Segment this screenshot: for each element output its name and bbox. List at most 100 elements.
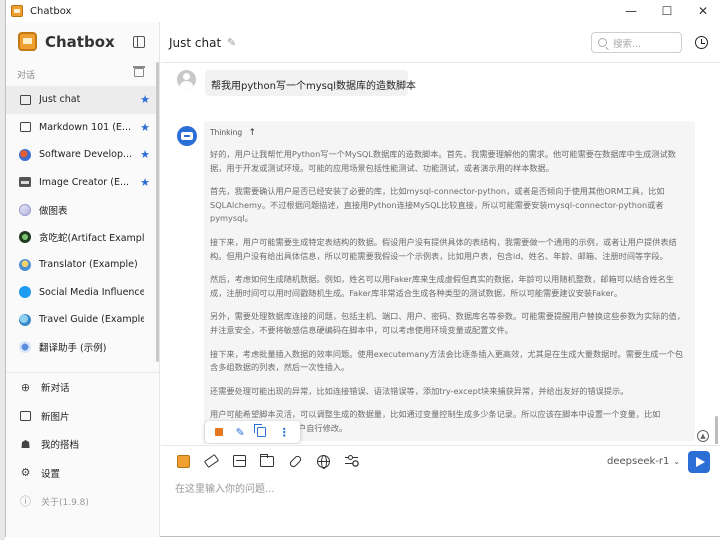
image-icon: [19, 176, 31, 188]
message-action-toolbar: ✎ ⋮: [205, 421, 300, 443]
globe-icon[interactable]: [315, 453, 331, 469]
conversation-item[interactable]: 贪吃蛇(Artifact Example): [6, 224, 156, 252]
star-icon[interactable]: ★: [140, 176, 150, 189]
copy-icon[interactable]: [254, 424, 267, 437]
maximize-button[interactable]: ☐: [649, 0, 685, 22]
conversation-item[interactable]: Software Develop... ★: [6, 141, 156, 169]
twitter-avatar-icon: [19, 286, 31, 299]
chatbox-window: Chatbox — ☐ ✕ Chatbox 对话 Just chat ★ Mar…: [5, 0, 720, 537]
model-name: deepseek-r1: [607, 456, 670, 467]
brand: Chatbox: [18, 32, 115, 51]
send-button[interactable]: [688, 451, 710, 473]
sidebar-actions: ⊕ 新对话 新图片 ☗ 我的搭档 ⚙ 设置 ⓘ 关于(1.9.8): [6, 372, 160, 516]
new-image-label: 新图片: [41, 411, 70, 423]
gear-icon: ⚙: [20, 466, 31, 480]
plus-circle-icon: ⊕: [20, 380, 31, 394]
message-list: 帮我用python写一个mysql数据库的造数脚本 Thinking ↑ 好的，…: [161, 64, 720, 444]
chevron-down-icon: ⌄: [673, 457, 681, 466]
window-title: Chatbox: [30, 5, 72, 17]
conversation-label: 做图表: [39, 205, 68, 217]
folder-icon[interactable]: [259, 453, 275, 469]
conversation-label: Image Creator (E...: [39, 176, 129, 188]
conversation-label: 翻译助手 (示例): [39, 343, 107, 355]
title-bar: Chatbox — ☐ ✕: [6, 0, 720, 22]
conversation-list: Just chat ★ Markdown 101 (E... ★ Softwar…: [6, 86, 156, 361]
section-label: 对话: [17, 71, 36, 81]
chat-bubble-icon: [19, 121, 31, 133]
settings-sliders-icon[interactable]: [343, 453, 359, 469]
user-message-text: 帮我用python写一个mysql数据库的造数脚本: [205, 70, 416, 96]
about-button[interactable]: ⓘ 关于(1.9.8): [6, 487, 160, 516]
conversation-label: Software Develop...: [39, 149, 133, 161]
conversation-item[interactable]: Translator (Example): [6, 251, 156, 279]
eraser-icon[interactable]: [203, 453, 219, 469]
assistant-message: Thinking ↑ 好的，用户让我帮忙用Python写一个MySQL数据库的造…: [204, 121, 695, 441]
chatbox-logo-icon: [18, 32, 37, 51]
history-icon[interactable]: [695, 36, 708, 49]
app-icon: [11, 5, 23, 17]
star-icon[interactable]: ★: [140, 93, 150, 106]
my-partners-label: 我的搭档: [41, 440, 80, 452]
translate-avatar-icon: [19, 341, 31, 354]
translator-avatar-icon: [19, 258, 31, 271]
thinking-paragraph: 还需要处理可能出现的异常，比如连接错误、语法错误等，添加try-except块来…: [210, 385, 629, 396]
message-scrollbar[interactable]: [715, 416, 718, 444]
thinking-paragraph: 接下来，用户可能需要生成特定表结构的数据。假设用户没有提供具体的表结构，我需要做…: [210, 236, 677, 261]
window-controls: — ☐ ✕: [613, 0, 720, 22]
settings-label: 设置: [41, 468, 61, 480]
thinking-label: Thinking: [210, 128, 243, 137]
my-partners-button[interactable]: ☗ 我的搭档: [6, 430, 160, 459]
settings-button[interactable]: ⚙ 设置: [6, 459, 160, 488]
sidebar: Chatbox 对话 Just chat ★ Markdown 101 (E..…: [6, 22, 160, 537]
conversation-item[interactable]: 翻译助手 (示例): [6, 334, 156, 362]
conversation-label: Markdown 101 (E...: [39, 121, 131, 133]
user-avatar: [177, 70, 196, 89]
conversation-label: Social Media Influence...: [39, 286, 144, 298]
travel-avatar-icon: [19, 313, 31, 326]
chat-header: Just chat ✎ 搜索...: [161, 22, 720, 63]
search-icon: [598, 38, 607, 47]
stop-icon[interactable]: [215, 428, 224, 436]
collapse-sidebar-icon[interactable]: [133, 36, 145, 48]
main-panel: Just chat ✎ 搜索... 帮我用python写一个mysql数据库的造…: [161, 22, 720, 537]
image-upload-icon[interactable]: [231, 453, 247, 469]
snake-avatar-icon: [19, 231, 31, 244]
chat-bubble-icon: [19, 94, 31, 106]
arrow-up-icon: ↑: [248, 128, 257, 138]
new-chat-button[interactable]: ⊕ 新对话: [6, 373, 160, 402]
conversation-label: Travel Guide (Example): [39, 314, 144, 326]
message-input[interactable]: 在这里输入你的问题...: [175, 480, 675, 495]
new-image-button[interactable]: 新图片: [6, 402, 160, 431]
sidebar-scrollbar[interactable]: [156, 62, 159, 362]
search-input[interactable]: 搜索...: [591, 32, 682, 53]
star-icon[interactable]: ★: [140, 121, 150, 134]
link-icon[interactable]: [287, 453, 303, 469]
partner-icon[interactable]: [175, 453, 191, 469]
assistant-avatar-icon: [177, 126, 197, 146]
edit-icon[interactable]: ✎: [236, 426, 245, 439]
thinking-paragraph: 然后，考虑如何生成随机数据。例如，姓名可以用Faker库来生成虚假但真实的数据，…: [210, 274, 674, 298]
about-label: 关于(1.9.8): [41, 497, 89, 508]
composer-toolbar: [175, 453, 371, 469]
star-icon[interactable]: ★: [140, 148, 150, 161]
conversation-item[interactable]: 做图表: [6, 196, 156, 224]
close-button[interactable]: ✕: [685, 0, 720, 22]
edit-title-icon[interactable]: ✎: [227, 36, 236, 49]
chart-avatar-icon: [19, 203, 31, 216]
thinking-toggle[interactable]: Thinking ↑: [210, 128, 689, 138]
conversation-item[interactable]: Social Media Influence...: [6, 279, 156, 307]
conversation-item[interactable]: Just chat ★: [6, 86, 156, 114]
model-selector[interactable]: deepseek-r1 ⌄: [607, 456, 680, 467]
search-placeholder: 搜索...: [613, 38, 642, 50]
more-options-icon[interactable]: ⋮: [279, 426, 290, 439]
thinking-paragraph: 另外，需要处理数据库连接的问题，包括主机、端口、用户、密码、数据库名等参数。可能…: [210, 311, 685, 335]
conversation-item[interactable]: Image Creator (E... ★: [6, 169, 156, 197]
conversation-label: 贪吃蛇(Artifact Example): [39, 233, 144, 245]
scroll-up-icon[interactable]: ▲: [697, 430, 709, 442]
image-plus-icon: [20, 410, 31, 421]
conversation-item[interactable]: Travel Guide (Example): [6, 306, 156, 334]
conversation-item[interactable]: Markdown 101 (E... ★: [6, 114, 156, 142]
minimize-button[interactable]: —: [613, 0, 649, 22]
composer: deepseek-r1 ⌄ 在这里输入你的问题...: [161, 445, 720, 537]
archive-icon[interactable]: [133, 66, 145, 77]
